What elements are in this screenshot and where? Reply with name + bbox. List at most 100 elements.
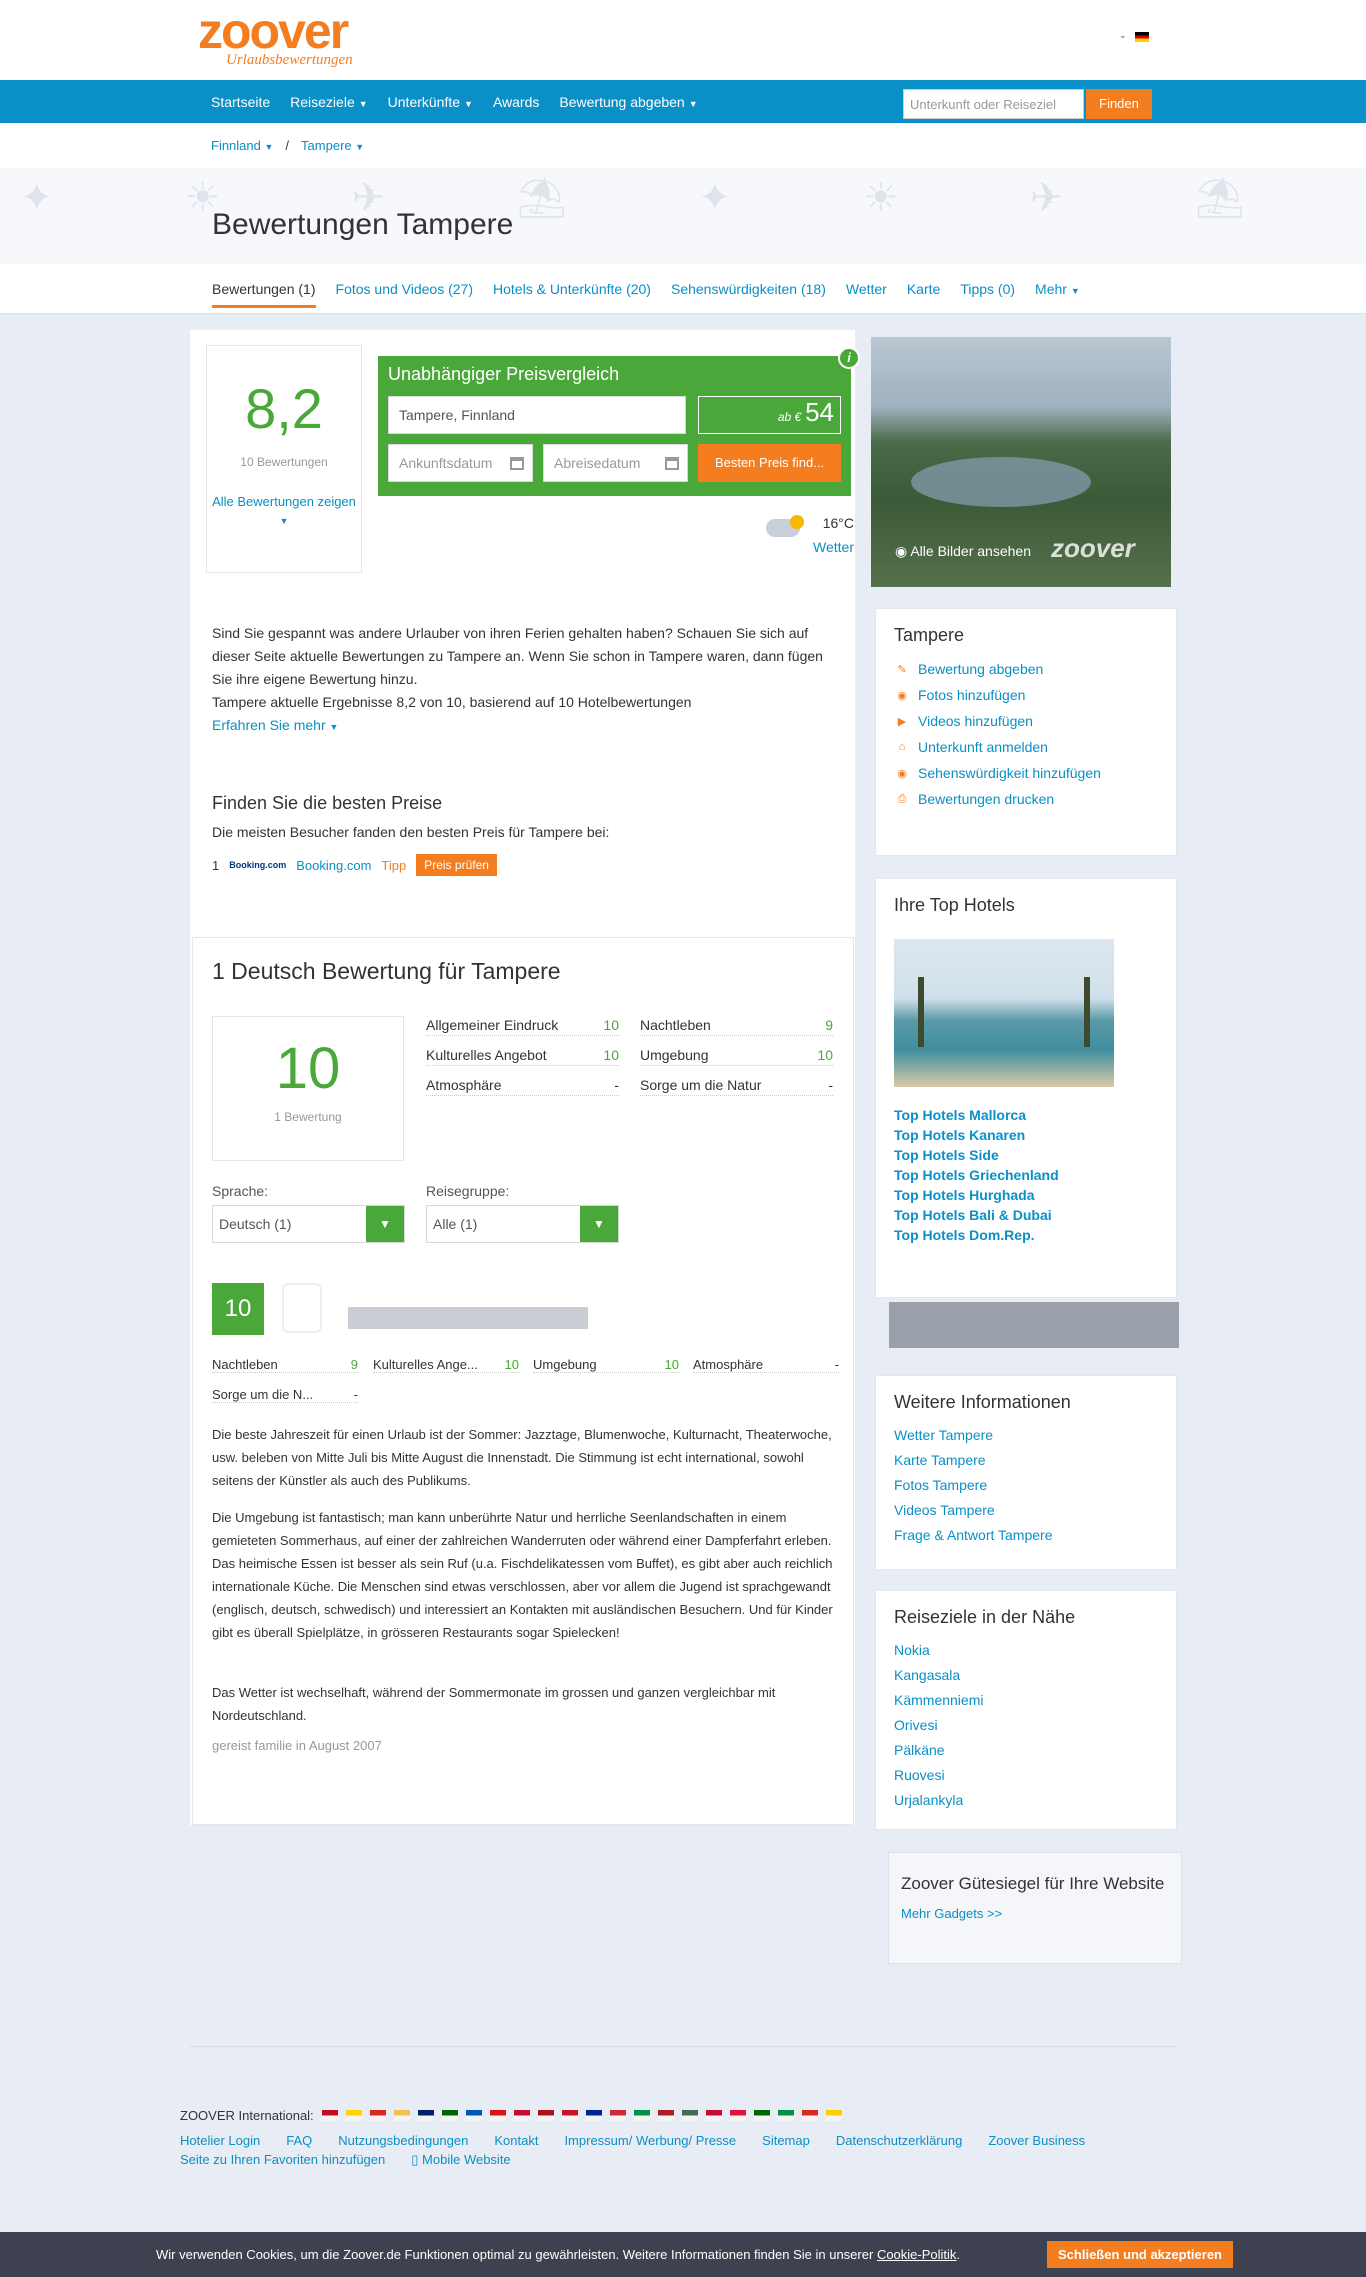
nearby-link[interactable]: Urjalankyla [894,1788,1176,1813]
footer-link[interactable]: Datenschutzerklärung [836,2133,962,2148]
action-videos-hinzufuegen[interactable]: ▶ Videos hinzufügen [894,708,1176,734]
country-flag-icon[interactable] [585,2110,602,2121]
tab-tipps[interactable]: Tipps (0) [960,281,1015,297]
tab-sehenswuerdigkeiten[interactable]: Sehenswürdigkeiten (18) [671,281,826,297]
language-select[interactable]: Deutsch (1) ▼ [212,1205,405,1243]
destination-photo[interactable]: ◉ Alle Bilder ansehen zoover [871,337,1171,587]
tab-hotels[interactable]: Hotels & Unterkünfte (20) [493,281,651,297]
top-hotels-link[interactable]: Top Hotels Bali & Dubai [894,1205,1059,1225]
country-flag-icon[interactable] [825,2110,842,2121]
departure-date-input[interactable]: Abreisedatum [543,444,688,482]
country-flag-icon[interactable] [393,2110,410,2121]
top-hotels-link[interactable]: Top Hotels Mallorca [894,1105,1059,1125]
country-flag-icon[interactable] [777,2110,794,2121]
country-flag-icon[interactable] [753,2110,770,2121]
country-flag-icon[interactable] [657,2110,674,2121]
country-flag-icon[interactable] [561,2110,578,2121]
all-reviews-link[interactable]: Alle Bewertungen zeigen ▼ [207,493,361,530]
tab-karte[interactable]: Karte [907,281,940,297]
country-flag-icon[interactable] [345,2110,362,2121]
action-sehenswuerdigkeit[interactable]: ◉ Sehenswürdigkeit hinzufügen [894,760,1176,786]
country-flag-icon[interactable] [369,2110,386,2121]
action-drucken[interactable]: ⎙ Bewertungen drucken [894,786,1176,812]
nav-unterkuenfte[interactable]: Unterkünfte ▼ [388,94,473,110]
info-icon[interactable]: i [838,347,860,369]
more-gadgets-link[interactable]: Mehr Gadgets >> [901,1906,1181,1921]
group-select[interactable]: Alle (1) ▼ [426,1205,619,1243]
action-fotos-hinzufuegen[interactable]: ◉ Fotos hinzufügen [894,682,1176,708]
top-hotels-link[interactable]: Top Hotels Griechenland [894,1165,1059,1185]
zoover-logo[interactable]: zoover Urlaubsbewertungen [198,6,390,72]
review-score: 10 [212,1283,264,1335]
top-hotels-image[interactable] [894,939,1114,1087]
weather-widget[interactable]: 16°C Wetter [766,515,854,555]
country-flag-icon[interactable] [681,2110,698,2121]
footer-link[interactable]: Hotelier Login [180,2133,260,2148]
nearby-link[interactable]: Kangasala [894,1663,1176,1688]
top-hotels-link[interactable]: Top Hotels Dom.Rep. [894,1225,1059,1245]
accept-cookies-button[interactable]: Schließen und akzeptieren [1047,2241,1233,2268]
country-flag-icon[interactable] [537,2110,554,2121]
all-photos-link[interactable]: ◉ Alle Bilder ansehen [895,543,1031,560]
footer-link[interactable]: Seite zu Ihren Favoriten hinzufügen [180,2152,385,2168]
nearby-link[interactable]: Kämmenniemi [894,1688,1176,1713]
footer-link[interactable]: Zoover Business [988,2133,1085,2148]
country-flag-icon[interactable] [417,2110,434,2121]
country-selector[interactable]: ⌄ [1115,18,1151,46]
phone-icon: ▯ [411,2152,419,2167]
nearby-link[interactable]: Nokia [894,1638,1176,1663]
best-price-button[interactable]: Besten Preis find... [698,444,841,482]
footer-link[interactable]: Impressum/ Werbung/ Presse [564,2133,736,2148]
breadcrumb-city[interactable]: Tampere ▼ [301,138,364,153]
tab-fotos-videos[interactable]: Fotos und Videos (27) [336,281,474,297]
nav-awards[interactable]: Awards [493,94,539,110]
action-bewertung-abgeben[interactable]: ✎ Bewertung abgeben [894,656,1176,682]
country-flag-icon[interactable] [609,2110,626,2121]
country-flag-icon[interactable] [321,2110,338,2121]
top-hotels-link[interactable]: Top Hotels Side [894,1145,1059,1165]
country-flag-icon[interactable] [441,2110,458,2121]
footer-link[interactable]: Kontakt [494,2133,538,2148]
top-hotels-link[interactable]: Top Hotels Hurghada [894,1185,1059,1205]
country-flag-icon[interactable] [705,2110,722,2121]
more-info-link[interactable]: Wetter Tampere [894,1423,1176,1448]
action-unterkunft-anmelden[interactable]: ⌂ Unterkunft anmelden [894,734,1176,760]
search-button[interactable]: Finden [1086,89,1152,119]
check-price-button[interactable]: Preis prüfen [416,854,497,876]
arrival-date-input[interactable]: Ankunftsdatum [388,444,533,482]
more-info-link[interactable]: Videos Tampere [894,1498,1176,1523]
weather-link[interactable]: Wetter [766,539,854,555]
footer-link[interactable]: Sitemap [762,2133,810,2148]
search-input[interactable]: Unterkunft oder Reiseziel [903,89,1084,119]
tab-wetter[interactable]: Wetter [846,281,887,297]
destination-input[interactable]: Tampere, Finnland [388,396,686,434]
footer-link[interactable]: Nutzungsbedingungen [338,2133,468,2148]
nav-startseite[interactable]: Startseite [211,94,270,110]
country-flag-icon[interactable] [489,2110,506,2121]
country-flag-icon[interactable] [633,2110,650,2121]
more-info-link[interactable]: Frage & Antwort Tampere [894,1523,1176,1548]
nearby-link[interactable]: Pälkäne [894,1738,1176,1763]
nav-reiseziele[interactable]: Reiseziele ▼ [290,94,368,110]
top-hotels-link[interactable]: Top Hotels Kanaren [894,1125,1059,1145]
breadcrumb-country[interactable]: Finnland ▼ [211,138,273,153]
nearby-link[interactable]: Orivesi [894,1713,1176,1738]
more-info-link[interactable]: Fotos Tampere [894,1473,1176,1498]
chevron-down-icon: ▼ [279,516,289,526]
country-flag-icon[interactable] [465,2110,482,2121]
country-flag-icon[interactable] [801,2110,818,2121]
footer-link[interactable]: FAQ [286,2133,312,2148]
criterion-value: 10 [603,1047,619,1063]
more-info-link[interactable]: Karte Tampere [894,1448,1176,1473]
learn-more-link[interactable]: Erfahren Sie mehr ▼ [212,714,842,739]
country-flag-icon[interactable] [513,2110,530,2121]
provider-link[interactable]: Booking.com [296,858,371,873]
mobile-website-link[interactable]: ▯ Mobile Website [411,2152,510,2168]
nav-bewertung-abgeben[interactable]: Bewertung abgeben ▼ [559,94,697,110]
country-flag-icon[interactable] [729,2110,746,2121]
reviewer-name[interactable] [348,1307,588,1329]
tab-bewertungen[interactable]: Bewertungen (1) [212,281,316,308]
cookie-policy-link[interactable]: Cookie-Politik [877,2247,956,2262]
nearby-link[interactable]: Ruovesi [894,1763,1176,1788]
tab-mehr[interactable]: Mehr ▼ [1035,281,1080,297]
